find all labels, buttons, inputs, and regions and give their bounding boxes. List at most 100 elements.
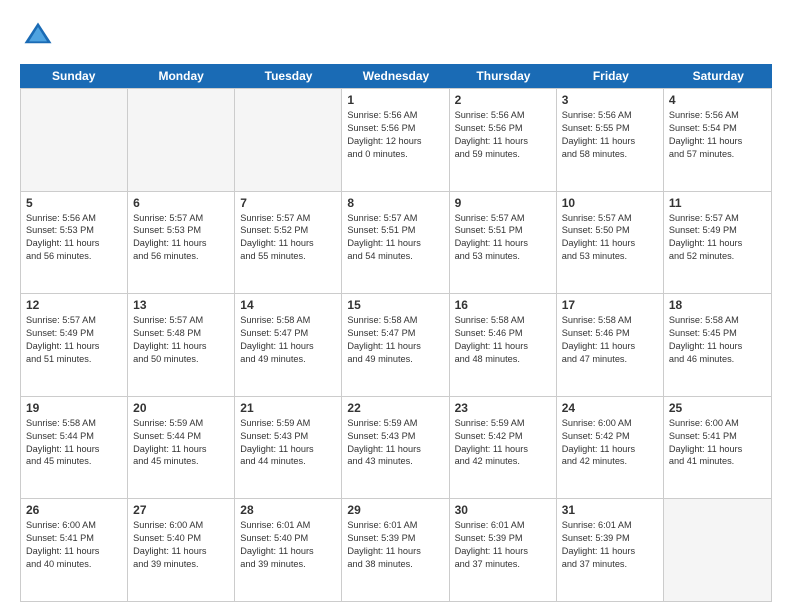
day-number: 9 — [455, 196, 551, 210]
day-number: 1 — [347, 93, 443, 107]
day-info: Sunrise: 6:00 AMSunset: 5:41 PMDaylight:… — [669, 417, 766, 469]
empty-cell — [21, 89, 128, 191]
day-number: 17 — [562, 298, 658, 312]
day-of-week-monday: Monday — [127, 64, 234, 88]
day-info: Sunrise: 5:59 AMSunset: 5:42 PMDaylight:… — [455, 417, 551, 469]
day-number: 30 — [455, 503, 551, 517]
day-number: 19 — [26, 401, 122, 415]
day-info: Sunrise: 5:59 AMSunset: 5:44 PMDaylight:… — [133, 417, 229, 469]
day-number: 22 — [347, 401, 443, 415]
day-info: Sunrise: 5:56 AMSunset: 5:54 PMDaylight:… — [669, 109, 766, 161]
day-cell-23: 23 Sunrise: 5:59 AMSunset: 5:42 PMDayligh… — [450, 397, 557, 499]
day-number: 25 — [669, 401, 766, 415]
day-cell-20: 20 Sunrise: 5:59 AMSunset: 5:44 PMDayligh… — [128, 397, 235, 499]
day-cell-1: 1 Sunrise: 5:56 AMSunset: 5:56 PMDaylight… — [342, 89, 449, 191]
day-info: Sunrise: 5:57 AMSunset: 5:52 PMDaylight:… — [240, 212, 336, 264]
calendar-week-5: 26Sunrise: 6:00 AMSunset: 5:41 PMDayligh… — [21, 499, 771, 601]
day-of-week-tuesday: Tuesday — [235, 64, 342, 88]
day-cell-18: 18 Sunrise: 5:58 AMSunset: 5:45 PMDayligh… — [664, 294, 771, 396]
day-info: Sunrise: 5:57 AMSunset: 5:51 PMDaylight:… — [455, 212, 551, 264]
day-info: Sunrise: 5:58 AMSunset: 5:47 PMDaylight:… — [347, 314, 443, 366]
day-number: 8 — [347, 196, 443, 210]
day-info: Sunrise: 5:56 AMSunset: 5:56 PMDaylight:… — [347, 109, 443, 161]
day-cell-29: 29 Sunrise: 6:01 AMSunset: 5:39 PMDayligh… — [342, 499, 449, 601]
day-info: Sunrise: 5:58 AMSunset: 5:47 PMDaylight:… — [240, 314, 336, 366]
day-number: 16 — [455, 298, 551, 312]
day-info: Sunrise: 5:57 AMSunset: 5:49 PMDaylight:… — [26, 314, 122, 366]
day-cell-31: 31 Sunrise: 6:01 AMSunset: 5:39 PMDayligh… — [557, 499, 664, 601]
day-info: Sunrise: 5:57 AMSunset: 5:53 PMDaylight:… — [133, 212, 229, 264]
day-cell-2: 2 Sunrise: 5:56 AMSunset: 5:56 PMDaylight… — [450, 89, 557, 191]
empty-cell — [664, 499, 771, 601]
day-cell-7: 7Sunrise: 5:57 AMSunset: 5:52 PMDaylight… — [235, 192, 342, 294]
day-number: 28 — [240, 503, 336, 517]
day-number: 2 — [455, 93, 551, 107]
day-cell-5: 5 Sunrise: 5:56 AMSunset: 5:53 PMDaylight… — [21, 192, 128, 294]
day-number: 5 — [26, 196, 122, 210]
day-cell-24: 24 Sunrise: 6:00 AMSunset: 5:42 PMDayligh… — [557, 397, 664, 499]
day-cell-11: 11Sunrise: 5:57 AMSunset: 5:49 PMDayligh… — [664, 192, 771, 294]
day-info: Sunrise: 5:56 AMSunset: 5:55 PMDaylight:… — [562, 109, 658, 161]
day-cell-12: 12 Sunrise: 5:57 AMSunset: 5:49 PMDayligh… — [21, 294, 128, 396]
day-number: 13 — [133, 298, 229, 312]
header — [20, 18, 772, 54]
day-number: 10 — [562, 196, 658, 210]
day-info: Sunrise: 6:00 AMSunset: 5:41 PMDaylight:… — [26, 519, 122, 571]
day-number: 21 — [240, 401, 336, 415]
day-info: Sunrise: 5:58 AMSunset: 5:46 PMDaylight:… — [562, 314, 658, 366]
day-of-week-friday: Friday — [557, 64, 664, 88]
calendar-rows: 1 Sunrise: 5:56 AMSunset: 5:56 PMDaylight… — [21, 89, 771, 601]
day-cell-26: 26Sunrise: 6:00 AMSunset: 5:41 PMDayligh… — [21, 499, 128, 601]
day-cell-15: 15 Sunrise: 5:58 AMSunset: 5:47 PMDayligh… — [342, 294, 449, 396]
day-info: Sunrise: 5:57 AMSunset: 5:51 PMDaylight:… — [347, 212, 443, 264]
day-number: 24 — [562, 401, 658, 415]
day-info: Sunrise: 5:58 AMSunset: 5:45 PMDaylight:… — [669, 314, 766, 366]
day-of-week-thursday: Thursday — [450, 64, 557, 88]
day-cell-21: 21 Sunrise: 5:59 AMSunset: 5:43 PMDayligh… — [235, 397, 342, 499]
day-number: 15 — [347, 298, 443, 312]
calendar-week-1: 1 Sunrise: 5:56 AMSunset: 5:56 PMDaylight… — [21, 89, 771, 192]
day-number: 14 — [240, 298, 336, 312]
day-number: 18 — [669, 298, 766, 312]
day-of-week-wednesday: Wednesday — [342, 64, 449, 88]
calendar-week-4: 19Sunrise: 5:58 AMSunset: 5:44 PMDayligh… — [21, 397, 771, 500]
empty-cell — [128, 89, 235, 191]
day-info: Sunrise: 5:57 AMSunset: 5:50 PMDaylight:… — [562, 212, 658, 264]
day-info: Sunrise: 5:59 AMSunset: 5:43 PMDaylight:… — [347, 417, 443, 469]
day-info: Sunrise: 5:56 AMSunset: 5:53 PMDaylight:… — [26, 212, 122, 264]
day-number: 31 — [562, 503, 658, 517]
day-info: Sunrise: 5:58 AMSunset: 5:46 PMDaylight:… — [455, 314, 551, 366]
logo-icon — [20, 18, 56, 54]
day-cell-25: 25 Sunrise: 6:00 AMSunset: 5:41 PMDayligh… — [664, 397, 771, 499]
day-number: 4 — [669, 93, 766, 107]
day-number: 29 — [347, 503, 443, 517]
day-info: Sunrise: 6:00 AMSunset: 5:40 PMDaylight:… — [133, 519, 229, 571]
calendar-week-2: 5 Sunrise: 5:56 AMSunset: 5:53 PMDaylight… — [21, 192, 771, 295]
logo — [20, 18, 60, 54]
calendar-header: SundayMondayTuesdayWednesdayThursdayFrid… — [20, 64, 772, 88]
day-cell-8: 8 Sunrise: 5:57 AMSunset: 5:51 PMDaylight… — [342, 192, 449, 294]
day-cell-16: 16 Sunrise: 5:58 AMSunset: 5:46 PMDayligh… — [450, 294, 557, 396]
day-number: 23 — [455, 401, 551, 415]
day-info: Sunrise: 5:57 AMSunset: 5:48 PMDaylight:… — [133, 314, 229, 366]
day-cell-3: 3 Sunrise: 5:56 AMSunset: 5:55 PMDaylight… — [557, 89, 664, 191]
page: SundayMondayTuesdayWednesdayThursdayFrid… — [0, 0, 792, 612]
day-cell-4: 4 Sunrise: 5:56 AMSunset: 5:54 PMDaylight… — [664, 89, 771, 191]
day-of-week-sunday: Sunday — [20, 64, 127, 88]
day-number: 12 — [26, 298, 122, 312]
day-info: Sunrise: 5:59 AMSunset: 5:43 PMDaylight:… — [240, 417, 336, 469]
day-number: 20 — [133, 401, 229, 415]
day-of-week-saturday: Saturday — [665, 64, 772, 88]
day-info: Sunrise: 6:01 AMSunset: 5:39 PMDaylight:… — [562, 519, 658, 571]
calendar-body: 1 Sunrise: 5:56 AMSunset: 5:56 PMDaylight… — [20, 88, 772, 602]
day-info: Sunrise: 6:01 AMSunset: 5:39 PMDaylight:… — [347, 519, 443, 571]
day-cell-17: 17 Sunrise: 5:58 AMSunset: 5:46 PMDayligh… — [557, 294, 664, 396]
day-number: 6 — [133, 196, 229, 210]
day-info: Sunrise: 6:00 AMSunset: 5:42 PMDaylight:… — [562, 417, 658, 469]
day-info: Sunrise: 5:56 AMSunset: 5:56 PMDaylight:… — [455, 109, 551, 161]
calendar-week-3: 12 Sunrise: 5:57 AMSunset: 5:49 PMDayligh… — [21, 294, 771, 397]
day-info: Sunrise: 6:01 AMSunset: 5:40 PMDaylight:… — [240, 519, 336, 571]
day-cell-22: 22 Sunrise: 5:59 AMSunset: 5:43 PMDayligh… — [342, 397, 449, 499]
day-number: 3 — [562, 93, 658, 107]
day-cell-9: 9 Sunrise: 5:57 AMSunset: 5:51 PMDaylight… — [450, 192, 557, 294]
